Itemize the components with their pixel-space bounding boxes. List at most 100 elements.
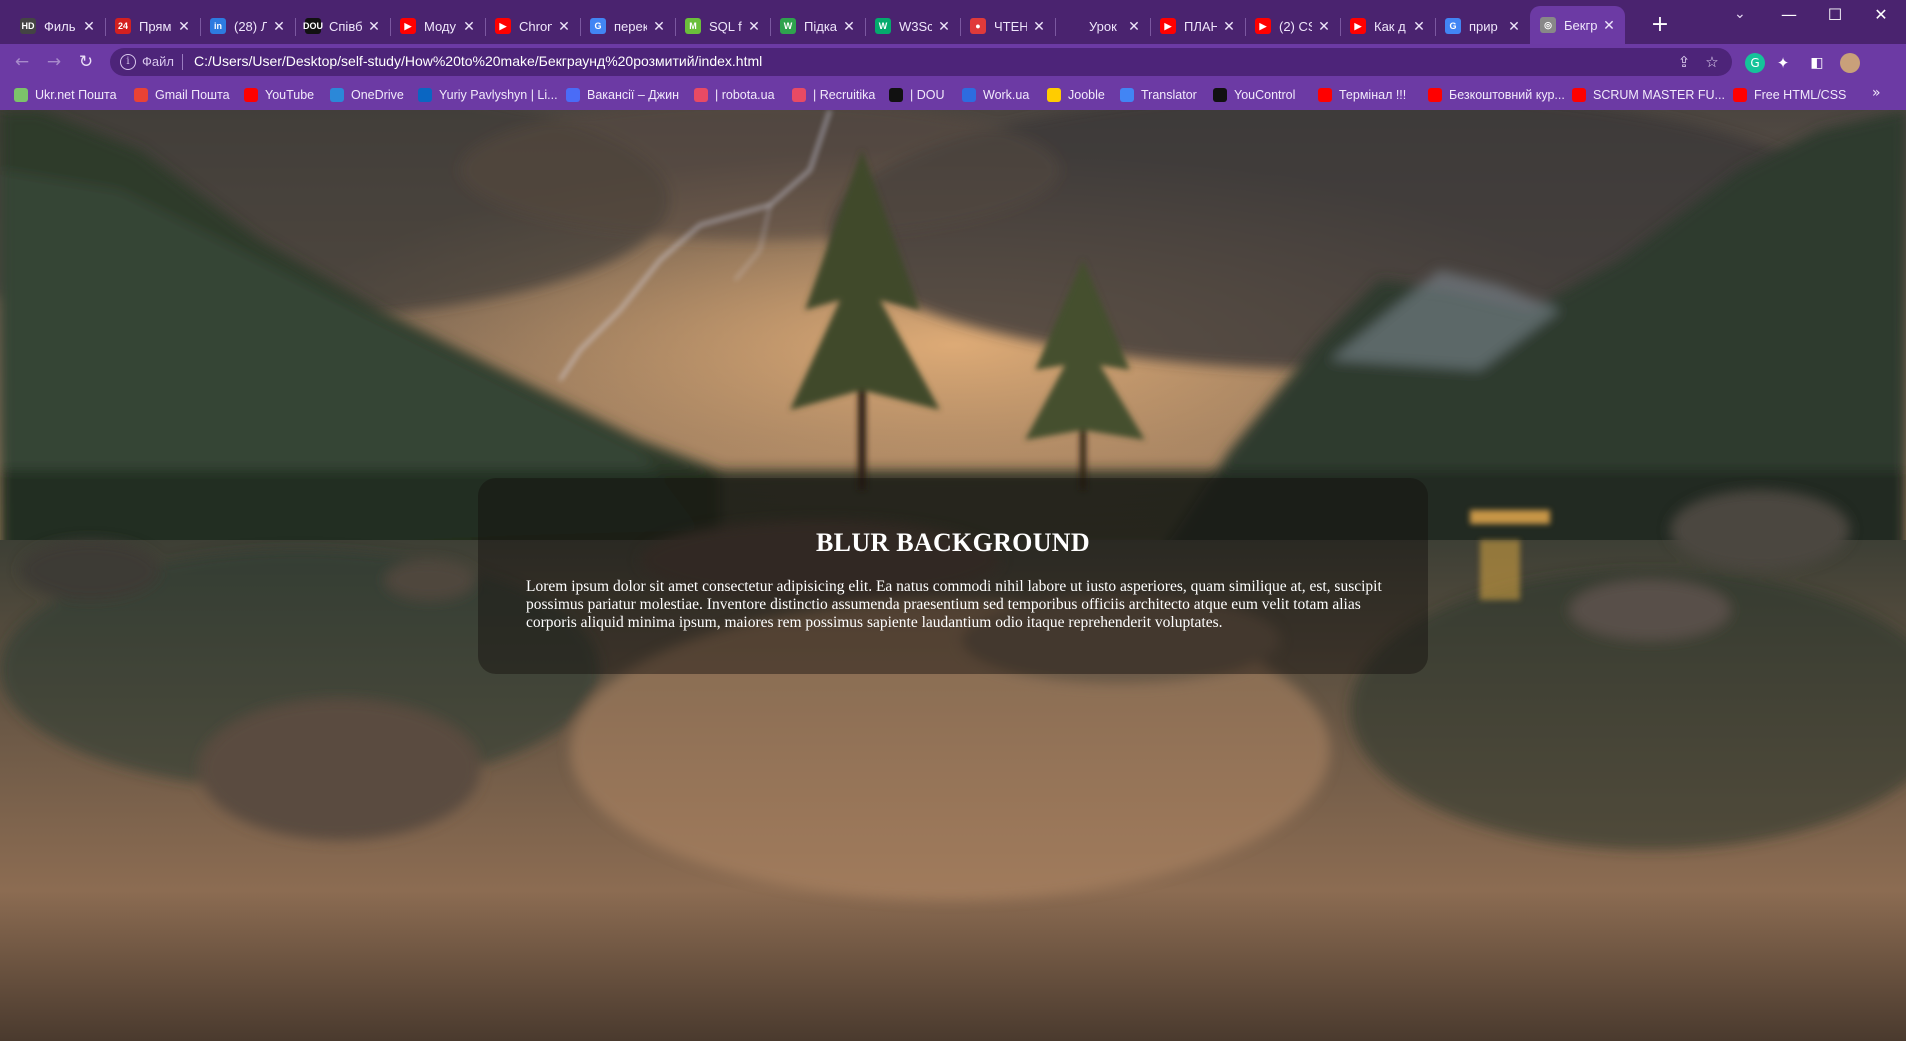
close-tab-icon[interactable]: ✕ (1316, 18, 1332, 35)
tab-title: Как д (1374, 18, 1406, 34)
browser-tab[interactable]: HD Филь ✕ (10, 8, 105, 44)
dou-icon: DOU (303, 18, 323, 34)
info-icon[interactable]: i (120, 54, 136, 70)
browser-tab[interactable]: ▶ Как д ✕ (1340, 8, 1435, 44)
browser-tab[interactable]: ▶ ПЛАН ✕ (1150, 8, 1245, 44)
maximize-button[interactable]: ☐ (1812, 0, 1858, 30)
browser-tab[interactable]: ● ЧТЕНІ✕ (960, 8, 1055, 44)
new-tab-button[interactable]: + (1646, 12, 1674, 40)
close-tab-icon[interactable]: ✕ (746, 18, 762, 35)
bookmark-label: Безкоштовний кур... (1449, 88, 1565, 102)
bookmark-item[interactable]: Ukr.net Пошта (14, 85, 117, 105)
close-tab-icon[interactable]: ✕ (556, 18, 572, 35)
bookmarks-overflow-button[interactable]: » (1872, 85, 1881, 101)
bookmark-label: | Recruitika (813, 88, 876, 102)
tab-title: ЧТЕНІ (994, 18, 1027, 34)
close-tab-icon[interactable]: ✕ (271, 18, 287, 35)
close-tab-icon[interactable]: ✕ (1506, 18, 1522, 35)
bookmark-item[interactable]: SCRUM MASTER FU... (1572, 85, 1725, 105)
tab-title: Прям (139, 18, 172, 34)
bookmark-label: | robota.ua (715, 88, 775, 102)
reload-button[interactable]: ↻ (74, 50, 98, 74)
browser-tab[interactable]: Gперек ✕ (580, 8, 675, 44)
bookmark-label: Work.ua (983, 88, 1030, 102)
scheme-label: Файл (142, 54, 174, 69)
globe-icon: ◎ (1540, 17, 1556, 33)
bookmark-item[interactable]: YouControl (1213, 85, 1295, 105)
grammarly-extension-icon[interactable]: G (1745, 53, 1765, 73)
blur-card: BLUR BACKGROUND Lorem ipsum dolor sit am… (478, 478, 1428, 674)
bookmark-item[interactable]: Work.ua (962, 85, 1029, 105)
bookmark-item[interactable]: | robota.ua (694, 85, 775, 105)
bookmark-item[interactable]: Free HTML/CSS (1733, 85, 1846, 105)
address-bar[interactable]: i Файл C:/Users/User/Desktop/self-study/… (110, 48, 1732, 76)
browser-tab[interactable]: ▶ (2) CS✕ (1245, 8, 1340, 44)
forward-button[interactable]: → (42, 50, 66, 74)
bookmark-item[interactable]: Translator (1120, 85, 1197, 105)
bookmark-item[interactable]: Yuriy Pavlyshyn | Li... (418, 85, 558, 105)
close-tab-icon[interactable]: ✕ (1411, 18, 1427, 35)
tab-title: (28) Л (234, 18, 267, 34)
bookmark-item[interactable]: Jooble (1047, 85, 1105, 105)
browser-tab[interactable]: Урок ✕ (1055, 8, 1150, 44)
close-tab-icon[interactable]: ✕ (651, 18, 667, 35)
bookmark-item[interactable]: | Recruitika (792, 85, 875, 105)
bookmark-favicon-icon (694, 88, 708, 102)
tab-title: Филь (44, 18, 76, 34)
m-icon: M (685, 18, 701, 34)
browser-toolbar: ← → ↻ i Файл C:/Users/User/Desktop/self-… (0, 44, 1906, 80)
url-text[interactable]: C:/Users/User/Desktop/self-study/How%20t… (194, 53, 762, 69)
browser-tab[interactable]: DOU Співб ✕ (295, 8, 390, 44)
minimize-button[interactable]: — (1766, 0, 1812, 30)
profile-avatar[interactable] (1840, 53, 1860, 73)
tab-title: перек (614, 18, 647, 34)
browser-tab[interactable]: ▶ Моду ✕ (390, 8, 485, 44)
browser-tab[interactable]: 24 Прям ✕ (105, 8, 200, 44)
back-button[interactable]: ← (10, 50, 34, 74)
bookmark-item[interactable]: | DOU (889, 85, 945, 105)
tab-title: Моду (424, 18, 457, 34)
w3-icon: W (875, 18, 891, 34)
close-tab-icon[interactable]: ✕ (841, 18, 857, 35)
close-tab-icon[interactable]: ✕ (461, 18, 477, 35)
close-tab-icon[interactable]: ✕ (81, 18, 97, 35)
puzzle-extensions-icon[interactable]: ✦ (1773, 53, 1793, 73)
bookmark-favicon-icon (1213, 88, 1227, 102)
close-tab-icon[interactable]: ✕ (936, 18, 952, 35)
24-icon: 24 (115, 18, 131, 34)
browser-tab[interactable]: M SQL fo✕ (675, 8, 770, 44)
browser-tab[interactable]: W Підка ✕ (770, 8, 865, 44)
bookmark-favicon-icon (244, 88, 258, 102)
bookmark-item[interactable]: Термінал !!! (1318, 85, 1406, 105)
browser-tab[interactable]: ◎ Бекгр ✕ (1530, 6, 1625, 44)
bookmark-label: Термінал !!! (1339, 88, 1407, 102)
close-tab-icon[interactable]: ✕ (1601, 17, 1617, 34)
close-tab-icon[interactable]: ✕ (1221, 18, 1237, 35)
close-tab-icon[interactable]: ✕ (176, 18, 192, 35)
browser-tab[interactable]: Gприр ✕ (1435, 8, 1530, 44)
hd-icon: HD (20, 18, 36, 34)
browser-tab[interactable]: ▶ Chron ✕ (485, 8, 580, 44)
bookmark-favicon-icon (330, 88, 344, 102)
close-tab-icon[interactable]: ✕ (1126, 18, 1142, 35)
browser-tab[interactable]: W W3Sc ✕ (865, 8, 960, 44)
tab-search-button[interactable]: ⌄ (1734, 6, 1746, 22)
bookmark-favicon-icon (1733, 88, 1747, 102)
close-window-button[interactable]: ✕ (1858, 0, 1904, 30)
browser-tab[interactable]: in (28) Л ✕ (200, 8, 295, 44)
star-icon[interactable]: ☆ (1702, 52, 1722, 72)
bookmark-item[interactable]: Безкоштовний кур... (1428, 85, 1565, 105)
browser-chrome: HD Филь ✕ 24 Прям ✕ in (28) Л ✕ DOU Співб ✕ ▶ Моду ✕ ▶ C… (0, 0, 1906, 110)
bookmark-item[interactable]: OneDrive (330, 85, 404, 105)
bookmark-item[interactable]: Вакансії – Джин (566, 85, 679, 105)
bookmark-label: Yuriy Pavlyshyn | Li... (439, 88, 558, 102)
bookmark-label: Ukr.net Пошта (35, 88, 117, 102)
bookmark-item[interactable]: Gmail Пошта (134, 85, 230, 105)
close-tab-icon[interactable]: ✕ (366, 18, 382, 35)
side-panel-icon[interactable]: ◧ (1807, 53, 1827, 73)
close-tab-icon[interactable]: ✕ (1031, 18, 1047, 35)
bookmark-item[interactable]: YouTube (244, 85, 314, 105)
bookmark-label: Free HTML/CSS (1754, 88, 1847, 102)
bookmark-favicon-icon (889, 88, 903, 102)
share-icon[interactable]: ⇪ (1674, 52, 1694, 72)
